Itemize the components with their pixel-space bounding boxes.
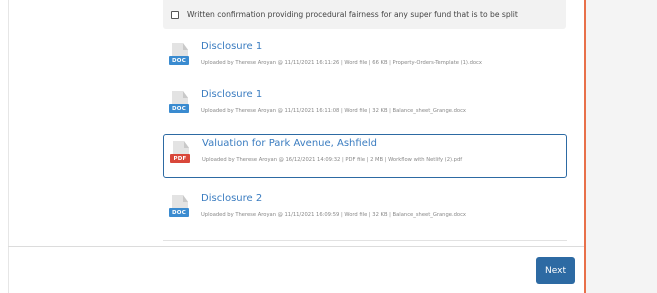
confirmation-checkbox-row[interactable]: Written confirmation providing procedura… xyxy=(163,0,566,29)
document-item[interactable]: DOC Disclosure 1 Uploaded by Therese Aro… xyxy=(163,38,567,81)
list-divider xyxy=(163,240,567,241)
document-meta: Uploaded by Therese Aroyan @ 16/12/2021 … xyxy=(202,157,463,163)
document-title-link[interactable]: Valuation for Park Avenue, Ashfield xyxy=(202,138,377,149)
document-title-link[interactable]: Disclosure 1 xyxy=(201,89,262,100)
file-type-badge: PDF xyxy=(170,154,190,163)
document-meta: Uploaded by Therese Aroyan @ 11/11/2021 … xyxy=(201,108,466,114)
document-item-selected[interactable]: PDF Valuation for Park Avenue, Ashfield … xyxy=(163,134,567,178)
document-title-link[interactable]: Disclosure 1 xyxy=(201,41,262,52)
doc-file-icon: DOC xyxy=(169,91,189,117)
document-item[interactable]: DOC Disclosure 2 Uploaded by Therese Aro… xyxy=(163,190,567,233)
document-meta: Uploaded by Therese Aroyan @ 11/11/2021 … xyxy=(201,212,466,218)
doc-file-icon: DOC xyxy=(169,43,189,69)
side-panel xyxy=(586,0,657,293)
confirmation-checkbox-label: Written confirmation providing procedura… xyxy=(187,10,518,19)
file-type-badge: DOC xyxy=(169,208,189,217)
document-item[interactable]: DOC Disclosure 1 Uploaded by Therese Aro… xyxy=(163,86,567,129)
footer-divider xyxy=(8,246,584,247)
next-button[interactable]: Next xyxy=(536,257,575,284)
document-title-link[interactable]: Disclosure 2 xyxy=(201,193,262,204)
file-type-badge: DOC xyxy=(169,104,189,113)
doc-file-icon: DOC xyxy=(169,195,189,221)
confirmation-checkbox[interactable] xyxy=(171,10,179,19)
document-meta: Uploaded by Therese Aroyan @ 11/11/2021 … xyxy=(201,60,482,66)
pdf-file-icon: PDF xyxy=(170,141,190,167)
file-type-badge: DOC xyxy=(169,56,189,65)
